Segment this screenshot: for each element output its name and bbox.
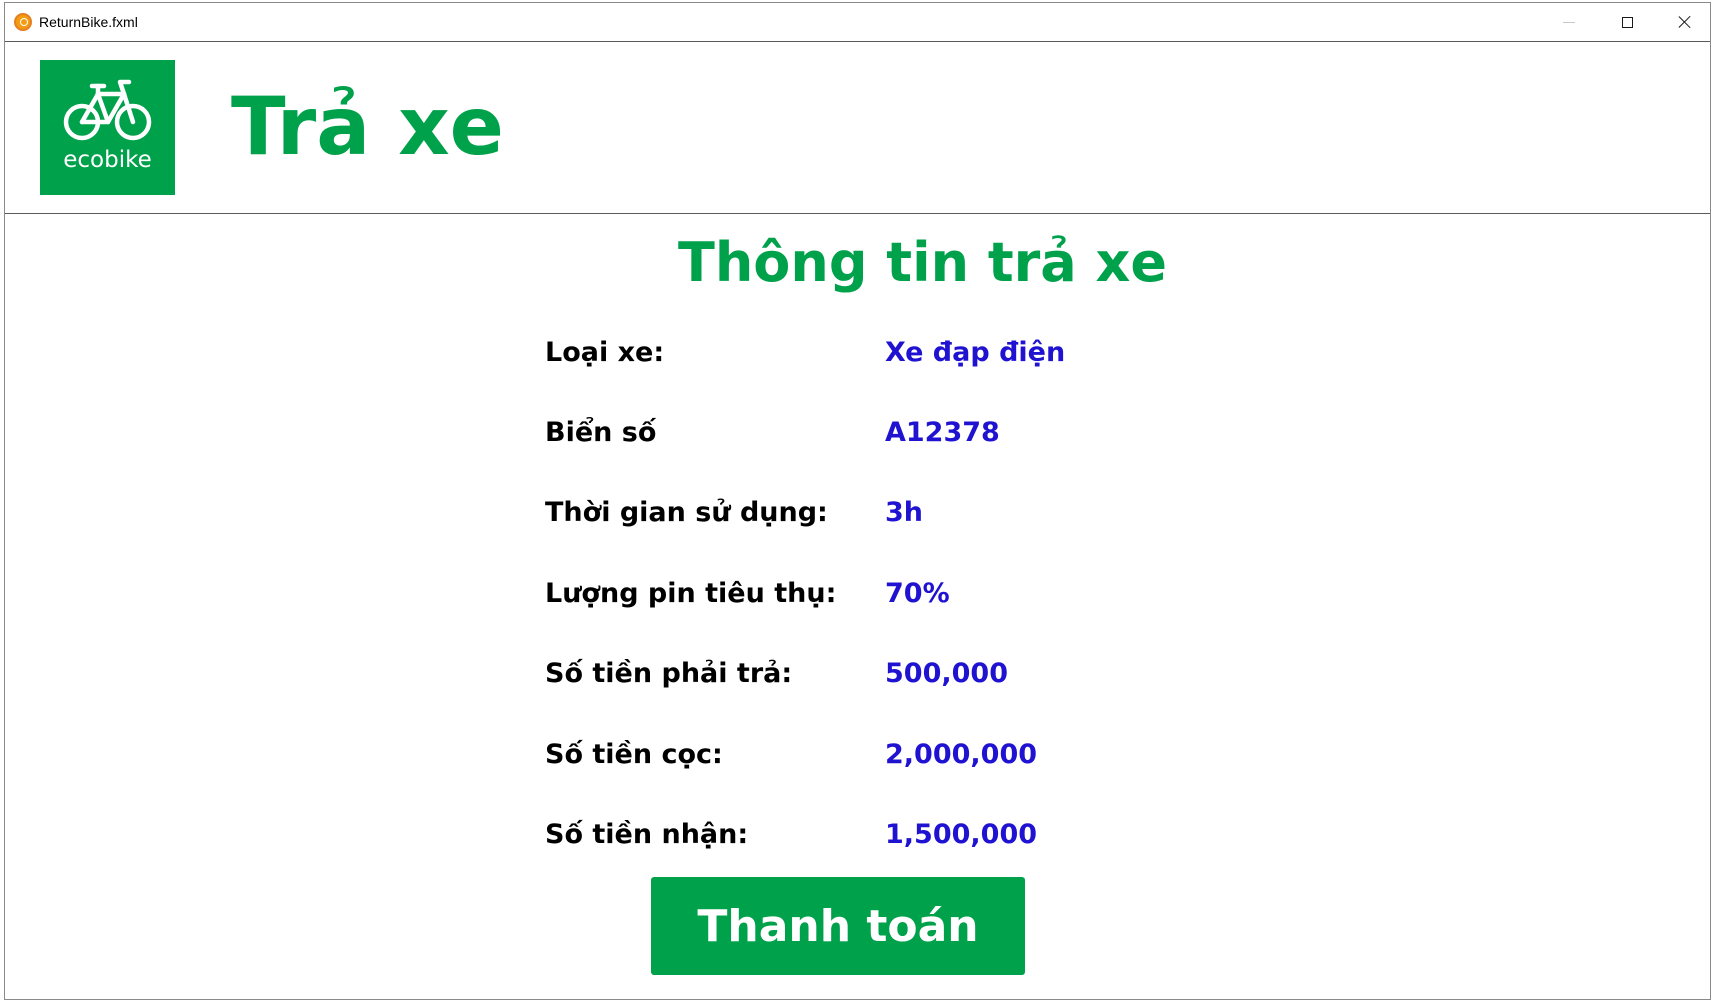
row-usage-time: Thời gian sử dụng: 3h (545, 493, 1145, 533)
plate-label: Biển số (545, 417, 657, 448)
window-title: ReturnBike.fxml (39, 14, 138, 30)
minimize-button[interactable] (1541, 3, 1597, 41)
row-deposit: Số tiền cọc: 2,000,000 (545, 735, 1145, 775)
close-icon (1678, 15, 1692, 29)
row-amount-due: Số tiền phải trả: 500,000 (545, 654, 1145, 694)
battery-used-label: Lượng pin tiêu thụ: (545, 578, 837, 609)
refund-value: 1,500,000 (885, 819, 1038, 850)
deposit-value: 2,000,000 (885, 739, 1038, 770)
row-plate: Biển số A12378 (545, 413, 1145, 453)
logo-text: ecobike (63, 147, 152, 173)
amount-due-label: Số tiền phải trả: (545, 658, 793, 689)
app-icon (14, 13, 32, 31)
page-title: Trả xe (231, 80, 504, 173)
refund-label: Số tiền nhận: (545, 819, 749, 850)
pay-button-label: Thanh toán (697, 900, 979, 952)
header: ecobike Trả xe (5, 41, 1710, 214)
title-bar[interactable]: ReturnBike.fxml (5, 3, 1710, 41)
pay-button[interactable]: Thanh toán (651, 877, 1025, 975)
plate-value: A12378 (885, 417, 1000, 448)
deposit-label: Số tiền cọc: (545, 739, 723, 770)
bike-type-label: Loại xe: (545, 337, 665, 368)
amount-due-value: 500,000 (885, 658, 1008, 689)
close-button[interactable] (1657, 3, 1713, 41)
row-bike-type: Loại xe: Xe đạp điện (545, 333, 1145, 373)
usage-time-value: 3h (885, 497, 924, 528)
section-title: Thông tin trả xe (678, 231, 1167, 294)
battery-used-value: 70% (885, 578, 950, 609)
bike-type-value: Xe đạp điện (885, 337, 1066, 368)
maximize-button[interactable] (1599, 3, 1655, 41)
ecobike-logo: ecobike (40, 60, 175, 195)
row-battery-used: Lượng pin tiêu thụ: 70% (545, 574, 1145, 614)
bicycle-icon (63, 79, 152, 141)
app-window: ReturnBike.fxml ecobike Trả xe Thông tin… (4, 2, 1711, 1000)
usage-time-label: Thời gian sử dụng: (545, 497, 828, 528)
maximize-icon (1621, 16, 1633, 28)
row-refund: Số tiền nhận: 1,500,000 (545, 815, 1145, 855)
minimize-icon (1563, 21, 1575, 23)
